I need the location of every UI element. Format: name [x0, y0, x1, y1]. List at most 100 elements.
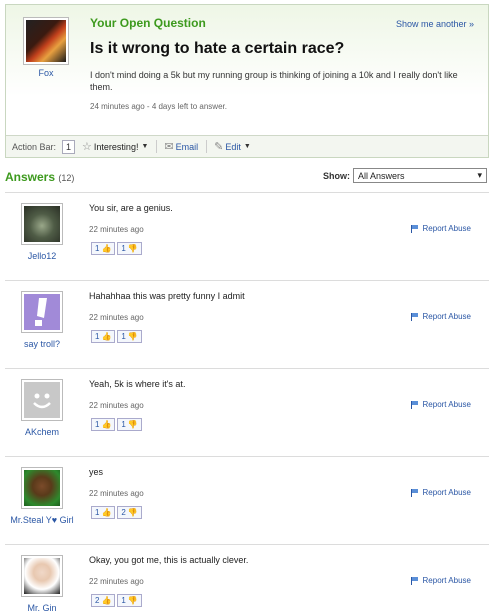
edit-label: Edit	[225, 141, 241, 152]
thumbs-up-icon: 👍	[101, 244, 112, 253]
thumbs-up-button[interactable]: 2 👍	[91, 594, 116, 607]
character-avatar-icon	[24, 470, 60, 506]
email-label: Email	[175, 141, 199, 152]
vote-buttons: 1 👍 1 👎	[91, 418, 144, 431]
report-abuse-link[interactable]: Report Abuse	[410, 576, 471, 585]
interesting-button[interactable]: ☆ Interesting! ▼	[79, 139, 151, 154]
thumbs-down-count: 1	[121, 332, 126, 341]
answer-time: 22 minutes ago	[89, 577, 144, 586]
vote-buttons: 2 👍 1 👎	[91, 594, 144, 607]
thumbs-up-count: 2	[95, 596, 100, 605]
answer-item: Mr.Steal Y♥ Girl yes 22 minutes ago Repo…	[5, 456, 489, 536]
report-label: Report Abuse	[422, 312, 471, 321]
answer-text: Yeah, 5k is where it's at.	[89, 379, 186, 389]
flag-icon	[410, 576, 419, 585]
thumbs-down-count: 1	[121, 420, 126, 429]
divider	[206, 140, 208, 153]
question-meta: 24 minutes ago - 4 days left to answer.	[90, 102, 227, 111]
edit-button[interactable]: ✎ Edit ▼	[211, 139, 254, 154]
interesting-label: Interesting!	[93, 141, 139, 152]
thumbs-up-icon: 👍	[101, 596, 112, 605]
avatar[interactable]	[21, 467, 63, 509]
thumbs-down-count: 1	[121, 244, 126, 253]
answer-username[interactable]: Mr.Steal Y♥ Girl	[9, 515, 75, 525]
thumbs-up-count: 1	[95, 332, 100, 341]
answer-item: Mr. Gin Okay, you got me, this is actual…	[5, 544, 489, 614]
pencil-icon: ✎	[214, 141, 224, 153]
flag-icon	[410, 312, 419, 321]
chevron-down-icon: ▾	[477, 170, 482, 180]
question-title: Is it wrong to hate a certain race?	[90, 40, 345, 57]
thumbs-down-button[interactable]: 1 👎	[117, 330, 142, 343]
report-label: Report Abuse	[422, 400, 471, 409]
show-select[interactable]: All Answers ▾	[353, 168, 487, 183]
thumbs-down-icon: 👎	[127, 596, 138, 605]
answer-item: AKchem Yeah, 5k is where it's at. 22 min…	[5, 368, 489, 448]
question-panel: Fox Your Open Question Show me another »…	[5, 4, 489, 158]
divider	[156, 140, 158, 153]
interesting-count: 1	[62, 139, 76, 154]
vote-buttons: 1 👍 1 👎	[91, 330, 144, 343]
bald-man-avatar-icon	[24, 558, 60, 594]
report-abuse-link[interactable]: Report Abuse	[410, 488, 471, 497]
asker-avatar[interactable]	[23, 17, 69, 65]
show-filter: Show: All Answers ▾	[323, 168, 487, 183]
thumbs-down-count: 1	[121, 596, 126, 605]
thumbs-down-button[interactable]: 1 👎	[117, 242, 142, 255]
avatar[interactable]	[21, 379, 63, 421]
exclamation-avatar-icon	[24, 294, 60, 330]
chevron-down-icon: ▼	[141, 143, 149, 150]
show-select-value: All Answers	[358, 170, 405, 181]
mask-avatar-icon	[24, 206, 60, 242]
report-abuse-link[interactable]: Report Abuse	[410, 224, 471, 233]
thumbs-down-button[interactable]: 2 👎	[117, 506, 142, 519]
chevron-down-icon: ▼	[243, 143, 251, 150]
avatar[interactable]	[21, 291, 63, 333]
answers-heading: Answers (12)	[5, 170, 74, 184]
thumbs-down-icon: 👎	[127, 420, 138, 429]
answer-item: Jello12 You sir, are a genius. 22 minute…	[5, 192, 489, 272]
answer-username[interactable]: Mr. Gin	[9, 603, 75, 613]
thumbs-up-button[interactable]: 1 👍	[91, 242, 116, 255]
show-label: Show:	[323, 170, 350, 181]
smiley-avatar-icon	[24, 382, 60, 418]
vote-buttons: 1 👍 2 👎	[91, 506, 144, 519]
answers-count: (12)	[58, 173, 75, 183]
show-another-link[interactable]: Show me another »	[396, 19, 474, 29]
answer-time: 22 minutes ago	[89, 225, 144, 234]
answer-username[interactable]: AKchem	[9, 427, 75, 437]
answer-text: Hahahhaa this was pretty funny I admit	[89, 291, 245, 301]
email-button[interactable]: ✉ Email	[161, 139, 201, 154]
report-abuse-link[interactable]: Report Abuse	[410, 400, 471, 409]
thumbs-up-count: 1	[95, 420, 100, 429]
answer-text: Okay, you got me, this is actually cleve…	[89, 555, 249, 565]
flag-icon	[410, 488, 419, 497]
thumbs-up-button[interactable]: 1 👍	[91, 330, 116, 343]
thumbs-up-icon: 👍	[101, 420, 112, 429]
thumbs-down-button[interactable]: 1 👎	[117, 594, 142, 607]
thumbs-down-icon: 👎	[127, 332, 138, 341]
thumbs-down-count: 2	[121, 508, 126, 517]
answer-time: 22 minutes ago	[89, 489, 144, 498]
thumbs-up-icon: 👍	[101, 508, 112, 517]
thumbs-up-button[interactable]: 1 👍	[91, 418, 116, 431]
answer-text: yes	[89, 467, 104, 477]
avatar[interactable]	[21, 203, 63, 245]
report-label: Report Abuse	[422, 576, 471, 585]
fox-avatar-icon	[26, 20, 66, 62]
report-label: Report Abuse	[422, 488, 471, 497]
question-body: I don't mind doing a 5k but my running g…	[90, 70, 458, 92]
vote-buttons: 1 👍 1 👎	[91, 242, 144, 255]
flag-icon	[410, 224, 419, 233]
answer-username[interactable]: say troll?	[9, 339, 75, 349]
thumbs-up-count: 1	[95, 508, 100, 517]
thumbs-down-button[interactable]: 1 👎	[117, 418, 142, 431]
flag-icon	[410, 400, 419, 409]
report-label: Report Abuse	[422, 224, 471, 233]
star-icon: ☆	[82, 141, 92, 153]
avatar[interactable]	[21, 555, 63, 597]
asker-username[interactable]: Fox	[16, 68, 76, 78]
answer-username[interactable]: Jello12	[9, 251, 75, 261]
thumbs-up-button[interactable]: 1 👍	[91, 506, 116, 519]
report-abuse-link[interactable]: Report Abuse	[410, 312, 471, 321]
